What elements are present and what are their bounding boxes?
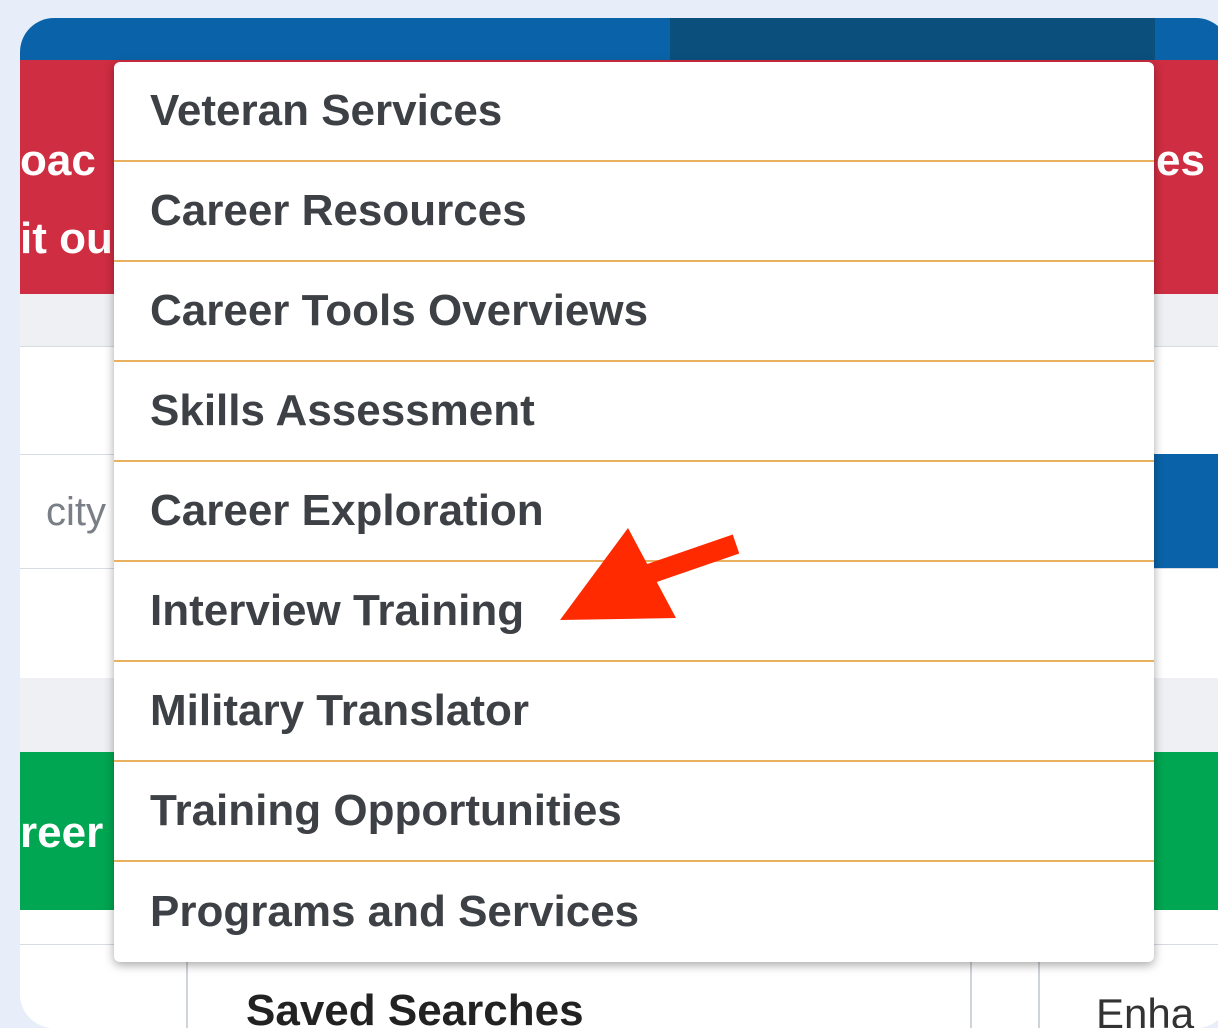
red-arrow-icon — [560, 528, 740, 620]
